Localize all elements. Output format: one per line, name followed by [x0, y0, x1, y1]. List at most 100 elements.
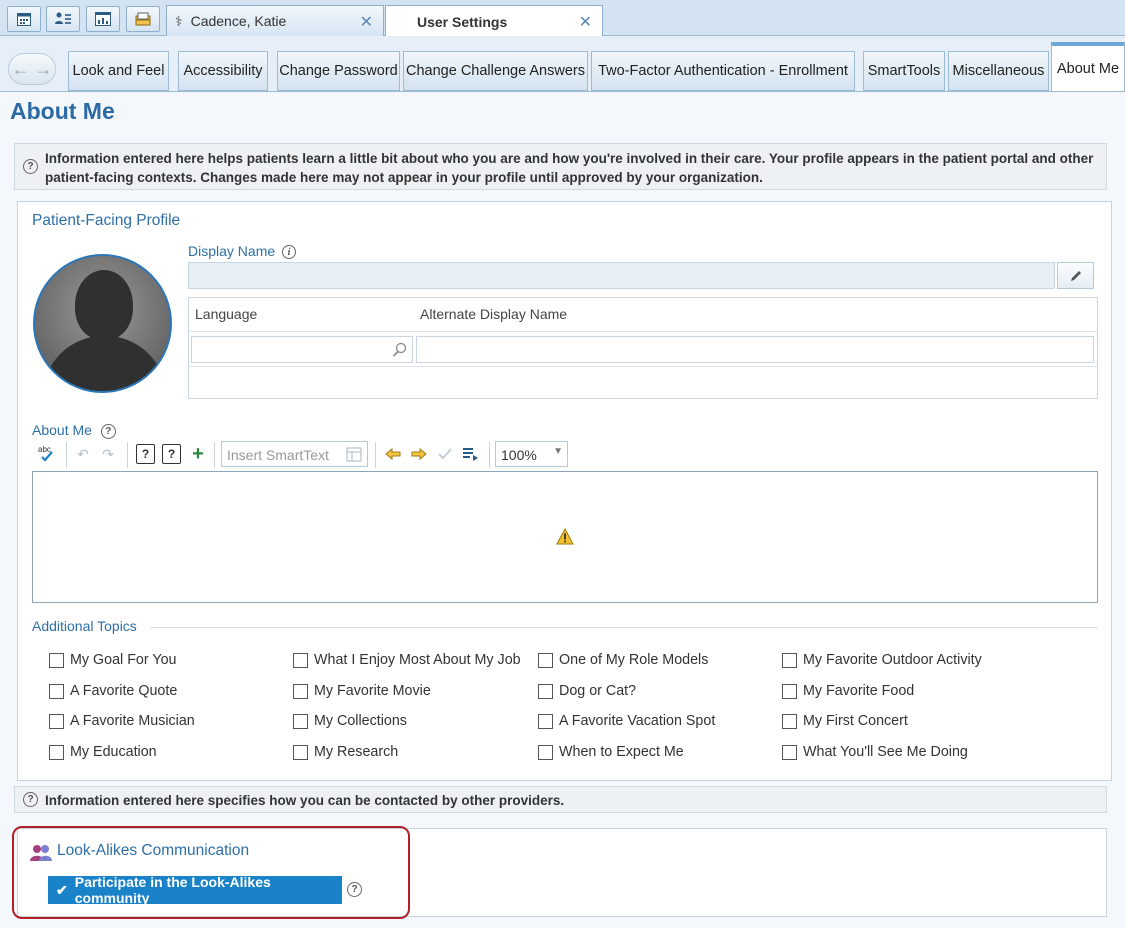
help-icon[interactable]: ?	[100, 423, 116, 439]
insert-smarttext-placeholder: Insert SmartText	[227, 447, 329, 463]
additional-topics-label: Additional Topics	[32, 618, 137, 634]
topic-checkbox[interactable]	[538, 745, 553, 760]
topic-label[interactable]: My Favorite Movie	[314, 683, 431, 699]
topic-label[interactable]: My Favorite Outdoor Activity	[803, 652, 982, 668]
topic-label[interactable]: A Favorite Vacation Spot	[559, 713, 715, 729]
display-name-label-text: Display Name	[188, 243, 276, 259]
close-icon[interactable]: ✕	[360, 12, 373, 32]
tab-about-me[interactable]: About Me	[1051, 42, 1125, 92]
avatar-body-shape	[43, 336, 166, 391]
topic-checkbox[interactable]	[49, 684, 64, 699]
toolbar-separator	[127, 442, 128, 468]
topic-checkbox[interactable]	[782, 684, 797, 699]
tab-look-and-feel[interactable]: Look and Feel	[68, 51, 169, 91]
topic-checkbox[interactable]	[782, 714, 797, 729]
toolbar-separator	[375, 442, 376, 468]
divider-line	[150, 627, 1098, 628]
dashboard-icon[interactable]	[86, 6, 120, 32]
topic-checkbox[interactable]	[538, 714, 553, 729]
previous-blank-icon[interactable]: ?	[136, 444, 155, 464]
toolbar-separator	[214, 442, 215, 468]
forward-arrow-icon[interactable]: →	[35, 59, 53, 80]
settings-tab-label: User Settings	[417, 13, 508, 30]
next-blank-icon[interactable]: ?	[162, 444, 181, 464]
chevron-down-icon[interactable]: ▼	[553, 446, 563, 457]
topic-checkbox[interactable]	[293, 653, 308, 668]
topic-checkbox[interactable]	[293, 714, 308, 729]
topic-checkbox[interactable]	[538, 684, 553, 699]
language-input[interactable]	[191, 336, 413, 363]
topic-checkbox[interactable]	[782, 653, 797, 668]
table-divider	[189, 366, 1097, 367]
topic-label[interactable]: When to Expect Me	[559, 744, 684, 760]
inbasket-icon[interactable]	[126, 6, 160, 32]
close-icon[interactable]: ✕	[579, 12, 592, 32]
format-list-icon[interactable]	[461, 444, 481, 464]
topic-label[interactable]: What You'll See Me Doing	[803, 744, 968, 760]
tab-accessibility[interactable]: Accessibility	[178, 51, 268, 91]
topic-label[interactable]: My Research	[314, 744, 398, 760]
topic-checkbox[interactable]	[293, 745, 308, 760]
add-icon[interactable]: +	[188, 443, 208, 465]
tab-user-settings[interactable]: User Settings ✕	[385, 5, 603, 37]
avatar[interactable]	[33, 254, 172, 393]
zoom-select[interactable]: 100% ▼	[495, 441, 568, 467]
topic-label[interactable]: A Favorite Quote	[70, 683, 177, 699]
topic-label[interactable]: A Favorite Musician	[70, 713, 195, 729]
undo-icon[interactable]: ↶	[73, 444, 93, 464]
arrow-right-icon[interactable]	[410, 444, 428, 464]
calendar-icon[interactable]	[7, 6, 41, 32]
topic-label[interactable]: My First Concert	[803, 713, 908, 729]
edit-display-name-button[interactable]	[1057, 262, 1094, 289]
topic-label[interactable]: My Favorite Food	[803, 683, 914, 699]
patient-tab-label: Cadence, Katie	[190, 13, 287, 29]
tab-label: About Me	[1057, 61, 1120, 77]
tab-change-challenge-answers[interactable]: Change Challenge Answers	[403, 51, 588, 91]
stethoscope-icon: ⚕	[175, 12, 183, 29]
nav-arrows[interactable]: ← →	[8, 53, 56, 85]
redo-icon[interactable]: ↷	[98, 444, 118, 464]
topic-checkbox[interactable]	[538, 653, 553, 668]
highlight-outline	[12, 826, 410, 919]
insert-smarttext-input[interactable]: Insert SmartText	[221, 441, 368, 467]
tab-miscellaneous[interactable]: Miscellaneous	[948, 51, 1049, 91]
topic-checkbox[interactable]	[49, 714, 64, 729]
tab-smarttools[interactable]: SmartTools	[863, 51, 945, 91]
warning-icon	[556, 527, 574, 548]
tab-label: Miscellaneous	[952, 63, 1045, 79]
tab-patient-cadence-katie[interactable]: ⚕ Cadence, Katie ✕	[166, 5, 384, 36]
pencil-icon	[1070, 270, 1081, 281]
topic-checkbox[interactable]	[293, 684, 308, 699]
topic-label[interactable]: My Goal For You	[70, 652, 177, 668]
alternate-display-name-input[interactable]	[416, 336, 1094, 363]
column-header-language: Language	[195, 306, 258, 322]
tab-change-password[interactable]: Change Password	[277, 51, 400, 91]
topic-label[interactable]: Dog or Cat?	[559, 683, 636, 699]
tab-label: Two-Factor Authentication - Enrollment	[598, 63, 848, 79]
tab-two-factor-authentication[interactable]: Two-Factor Authentication - Enrollment	[591, 51, 855, 91]
topic-checkbox[interactable]	[49, 653, 64, 668]
toolbar-separator	[489, 442, 490, 468]
smarttext-list-icon	[346, 447, 362, 462]
arrow-left-icon[interactable]	[384, 444, 402, 464]
back-arrow-icon[interactable]: ←	[12, 59, 30, 80]
help-icon: ?	[23, 159, 38, 174]
topic-checkbox[interactable]	[49, 745, 64, 760]
info-banner-profile: ? Information entered here helps patient…	[14, 143, 1107, 190]
tab-label: Accessibility	[183, 63, 263, 79]
column-header-alternate-display-name: Alternate Display Name	[420, 306, 568, 322]
info-banner-contact: ? Information entered here specifies how…	[14, 786, 1107, 813]
accept-check-icon[interactable]	[436, 444, 454, 464]
help-icon: ?	[23, 792, 38, 807]
topic-label[interactable]: One of My Role Models	[559, 652, 708, 668]
info-icon[interactable]: i	[282, 245, 297, 260]
toolbar-separator	[66, 442, 67, 468]
spellcheck-icon[interactable]: abc	[37, 444, 57, 464]
info-text: Information entered here specifies how y…	[45, 793, 565, 808]
topic-checkbox[interactable]	[782, 745, 797, 760]
display-name-field[interactable]	[188, 262, 1055, 289]
topic-label[interactable]: What I Enjoy Most About My Job	[314, 652, 521, 668]
topic-label[interactable]: My Collections	[314, 713, 407, 729]
patient-list-icon[interactable]	[46, 6, 80, 32]
topic-label[interactable]: My Education	[70, 744, 157, 760]
